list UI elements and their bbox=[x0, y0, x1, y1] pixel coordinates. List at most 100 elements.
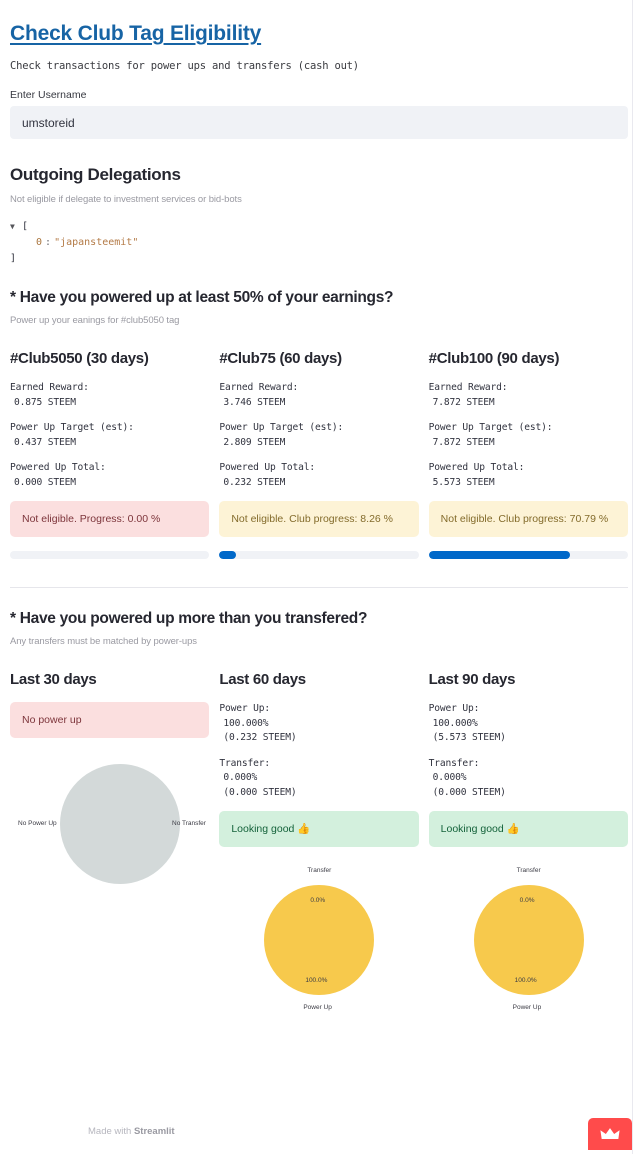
period-powerup-amount: (0.232 STEEM) bbox=[223, 732, 297, 743]
club-column-5050: #Club5050 (30 days) Earned Reward: 0.875… bbox=[10, 340, 210, 559]
club-target-label: Power Up Target (est): bbox=[428, 422, 553, 433]
json-open-row: ▼ [ bbox=[10, 219, 628, 235]
club-title: #Club5050 (30 days) bbox=[10, 350, 149, 367]
transfer-question-caption: Any transfers must be matched by power-u… bbox=[10, 636, 197, 647]
json-entry-row: 0 : "japansteemit" bbox=[10, 235, 628, 251]
club-powerup-target: Power Up Target (est): 0.437 STEEM bbox=[10, 421, 209, 450]
period-powerup-pct: 100.000% bbox=[223, 717, 269, 729]
period-title: Last 60 days bbox=[219, 671, 306, 688]
club-columns: #Club5050 (30 days) Earned Reward: 0.875… bbox=[10, 340, 628, 559]
club-title: #Club75 (60 days) bbox=[219, 350, 342, 367]
period-column-90: Last 90 days Power Up: 100.000% (5.573 S… bbox=[428, 661, 628, 1111]
club-progress-bar bbox=[428, 551, 628, 559]
pie-chart-60-days: Transfer 0.0% 100.0% Power Up bbox=[219, 861, 418, 1111]
period-transfer-amount: (0.000 STEEM) bbox=[223, 786, 297, 798]
period-status-badge: Looking good 👍 bbox=[428, 811, 628, 847]
powerup-question-caption: Power up your eanings for #club5050 tag bbox=[10, 315, 180, 326]
made-with-streamlit-text: Made with Streamlit bbox=[88, 1126, 175, 1137]
period-status-badge: Looking good 👍 bbox=[219, 811, 419, 847]
pie-label-power-up: Power Up bbox=[512, 1004, 542, 1011]
club-progress-bar bbox=[219, 551, 419, 559]
app-page: Check Club Tag Eligibility Check transac… bbox=[0, 0, 640, 1111]
club-progress-bar bbox=[10, 551, 210, 559]
period-powerup-label: Power Up: bbox=[219, 703, 270, 714]
period-powerup-pct: 100.000% bbox=[432, 717, 478, 729]
streamlit-brand: Streamlit bbox=[133, 1125, 175, 1137]
period-transfer-stat: Transfer: 0.000% (0.000 STEEM) bbox=[219, 757, 418, 801]
chevron-down-icon[interactable]: ▼ bbox=[10, 219, 22, 235]
club-powered-label: Powered Up Total: bbox=[428, 462, 525, 473]
pie-chart-30-days: No Power Up No Transfer bbox=[10, 752, 209, 1002]
club-powered-label: Powered Up Total: bbox=[219, 462, 315, 473]
club-target-label: Power Up Target (est): bbox=[10, 422, 134, 433]
club-target-value: 7.872 STEEM bbox=[432, 436, 495, 448]
json-close-row: ] bbox=[10, 251, 628, 267]
page-footer: Made with Streamlit bbox=[0, 1108, 640, 1154]
club-earned-value: 7.872 STEEM bbox=[432, 396, 495, 408]
period-transfer-pct: 0.000% bbox=[223, 772, 258, 783]
pie-value-power-up: 100.0% bbox=[514, 977, 537, 984]
section-divider bbox=[10, 587, 628, 588]
period-transfer-stat: Transfer: 0.000% (0.000 STEEM) bbox=[429, 757, 628, 801]
period-transfer-label: Transfer: bbox=[428, 757, 480, 769]
page-subtitle: Check transactions for power ups and tra… bbox=[10, 60, 359, 72]
club-earned-label: Earned Reward: bbox=[428, 382, 508, 393]
club-powered-label: Powered Up Total: bbox=[10, 462, 106, 473]
club-earned-value: 0.875 STEEM bbox=[14, 396, 76, 408]
club-title: #Club100 (90 days) bbox=[428, 350, 560, 367]
json-entry-colon: : bbox=[45, 237, 52, 248]
period-powerup-stat: Power Up: 100.000% (5.573 STEEM) bbox=[429, 702, 628, 746]
period-title: Last 90 days bbox=[428, 671, 516, 688]
json-entry-value: "japansteemit" bbox=[54, 237, 139, 248]
club-powered-value: 0.000 STEEM bbox=[14, 476, 76, 488]
club-column-75: #Club75 (60 days) Earned Reward: 3.746 S… bbox=[219, 340, 419, 559]
pie-label-no-transfer: No Transfer bbox=[172, 820, 206, 827]
period-status-badge: No power up bbox=[10, 702, 210, 738]
club-powered-value: 0.232 STEEM bbox=[223, 476, 286, 488]
right-edge-divider bbox=[632, 0, 633, 1154]
period-transfer-pct: 0.000% bbox=[432, 772, 467, 783]
made-with-label: Made with bbox=[88, 1125, 134, 1137]
club-column-100: #Club100 (90 days) Earned Reward: 7.872 … bbox=[428, 340, 628, 559]
club-earned-reward: Earned Reward: 3.746 STEEM bbox=[219, 381, 418, 410]
club-powered-up-total: Powered Up Total: 5.573 STEEM bbox=[429, 461, 628, 490]
outgoing-delegations-heading: Outgoing Delegations bbox=[10, 165, 181, 184]
streamlit-cloud-badge[interactable] bbox=[588, 1118, 632, 1150]
crown-icon bbox=[600, 1128, 620, 1139]
json-close-bracket: ] bbox=[10, 253, 17, 264]
period-columns: Last 30 days No power up No Power Up No … bbox=[10, 661, 628, 1111]
powerup-question-heading: * Have you powered up at least 50% of yo… bbox=[10, 289, 394, 306]
delegations-json-viewer[interactable]: ▼ [ 0 : "japansteemit" ] bbox=[10, 219, 628, 267]
club-earned-reward: Earned Reward: 7.872 STEEM bbox=[429, 381, 628, 410]
club-powerup-target: Power Up Target (est): 2.809 STEEM bbox=[219, 421, 418, 450]
pie-value-transfer: 0.0% bbox=[310, 897, 326, 904]
period-powerup-amount: (5.573 STEEM) bbox=[432, 732, 506, 743]
club-target-label: Power Up Target (est): bbox=[219, 422, 344, 433]
username-field-label: Enter Username bbox=[10, 89, 87, 101]
club-earned-label: Earned Reward: bbox=[219, 382, 299, 393]
username-input[interactable]: umstoreid bbox=[10, 106, 628, 139]
club-status-badge: Not eligible. Club progress: 8.26 % bbox=[219, 501, 419, 537]
period-powerup-label: Power Up: bbox=[428, 703, 480, 714]
pie-label-transfer: Transfer bbox=[516, 867, 541, 874]
period-column-60: Last 60 days Power Up: 100.000% (0.232 S… bbox=[219, 661, 419, 1111]
pie-label-no-power-up: No Power Up bbox=[18, 820, 57, 827]
club-powerup-target: Power Up Target (est): 7.872 STEEM bbox=[429, 421, 628, 450]
pie-value-power-up: 100.0% bbox=[305, 977, 328, 984]
club-powered-up-total: Powered Up Total: 0.232 STEEM bbox=[219, 461, 418, 490]
period-transfer-amount: (0.000 STEEM) bbox=[432, 786, 506, 798]
club-target-value: 2.809 STEEM bbox=[223, 436, 286, 448]
period-powerup-stat: Power Up: 100.000% (0.232 STEEM) bbox=[219, 702, 418, 746]
pie-value-transfer: 0.0% bbox=[519, 897, 535, 904]
period-column-30: Last 30 days No power up No Power Up No … bbox=[10, 661, 210, 1111]
club-powered-value: 5.573 STEEM bbox=[432, 476, 495, 488]
club-earned-value: 3.746 STEEM bbox=[223, 396, 286, 408]
club-earned-label: Earned Reward: bbox=[10, 382, 89, 393]
club-progress-fill bbox=[219, 551, 236, 559]
pie-chart-90-days: Transfer 0.0% 100.0% Power Up bbox=[429, 861, 628, 1111]
club-powered-up-total: Powered Up Total: 0.000 STEEM bbox=[10, 461, 209, 490]
club-status-badge: Not eligible. Progress: 0.00 % bbox=[10, 501, 210, 537]
page-title: Check Club Tag Eligibility bbox=[10, 22, 262, 45]
pie-label-power-up: Power Up bbox=[303, 1004, 332, 1011]
pie-label-transfer: Transfer bbox=[307, 867, 332, 874]
